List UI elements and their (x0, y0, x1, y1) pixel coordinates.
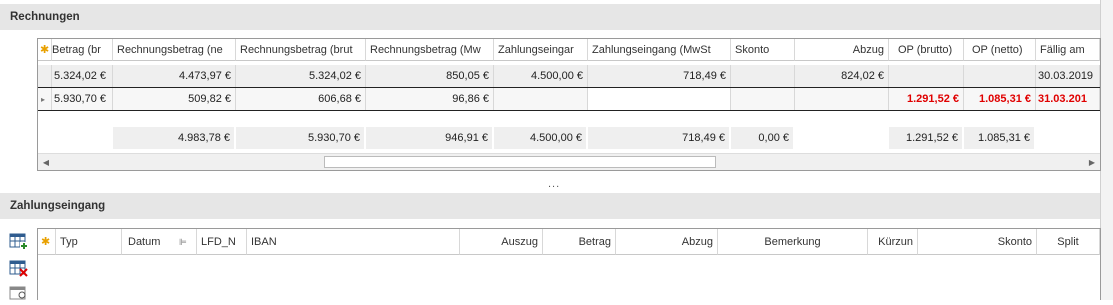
col-header[interactable]: Betrag (br (52, 39, 113, 61)
cell[interactable] (494, 88, 588, 110)
col-header[interactable]: OP (brutto) (889, 39, 964, 61)
cell[interactable] (731, 88, 795, 110)
col-header[interactable]: Betrag (543, 229, 616, 255)
cell[interactable]: 824,02 € (795, 65, 889, 87)
new-row-star-icon: ✱ (38, 229, 56, 255)
col-header[interactable]: Typ (56, 229, 122, 255)
col-header[interactable]: LFD_N (197, 229, 247, 255)
total-cell: 718,49 € (588, 127, 731, 149)
total-cell: 1.291,52 € (889, 127, 964, 149)
col-header[interactable]: Rechnungsbetrag (Mw (366, 39, 494, 61)
cell[interactable] (731, 65, 795, 87)
cell[interactable] (588, 88, 731, 110)
col-header[interactable]: IBAN (247, 229, 460, 255)
col-header[interactable]: Split (1037, 229, 1100, 255)
splitter-handle[interactable]: ... (548, 178, 560, 190)
col-header[interactable]: Datum ⊫ (122, 229, 197, 255)
horizontal-scrollbar[interactable]: ◀ ▶ (38, 153, 1100, 170)
sort-icon[interactable]: ⊫ (179, 229, 187, 254)
cell[interactable]: 4.500,00 € (494, 65, 588, 87)
add-row-icon[interactable] (9, 232, 31, 252)
col-header[interactable]: Bemerkung (718, 229, 868, 255)
cell-overdue[interactable]: 1.085,31 € (964, 88, 1036, 110)
table-row-current[interactable]: ▸ 5.930,70 € 509,82 € 606,68 € 96,86 € 1… (38, 87, 1100, 111)
cell[interactable]: 509,82 € (113, 88, 236, 110)
total-cell: 4.983,78 € (113, 127, 236, 149)
cell[interactable]: 5.930,70 € (52, 88, 113, 110)
total-cell: 0,00 € (731, 127, 795, 149)
col-header[interactable]: Zahlungseingar (494, 39, 588, 61)
total-cell: 5.930,70 € (236, 127, 366, 149)
scrollbar-thumb[interactable] (324, 156, 716, 168)
rechnungen-grid[interactable]: ✱ Betrag (br Rechnungsbetrag (ne Rechnun… (37, 38, 1101, 171)
cell[interactable]: 850,05 € (366, 65, 494, 87)
cell-overdue[interactable]: 31.03.201 (1036, 88, 1100, 110)
new-row-star-icon: ✱ (38, 39, 52, 61)
search-row-icon[interactable] (9, 285, 31, 305)
delete-row-icon[interactable] (9, 259, 31, 279)
col-header[interactable]: Zahlungseingang (MwSt (588, 39, 731, 61)
header-row: ✱ Typ Datum ⊫ LFD_N IBAN Auszug Betrag A… (38, 229, 1113, 255)
cell-overdue[interactable]: 1.291,52 € (889, 88, 964, 110)
total-cell: 4.500,00 € (494, 127, 588, 149)
cell[interactable] (795, 88, 889, 110)
scroll-right-icon[interactable]: ▶ (1084, 154, 1100, 170)
row-selector[interactable] (38, 65, 52, 87)
col-header[interactable]: OP (netto) (964, 39, 1036, 61)
col-header[interactable]: Abzug (795, 39, 889, 61)
cell[interactable]: 30.03.2019 (1036, 65, 1100, 87)
header-row: ✱ Betrag (br Rechnungsbetrag (ne Rechnun… (38, 39, 1100, 61)
cell[interactable]: 606,68 € (236, 88, 366, 110)
cell[interactable]: 4.473,97 € (113, 65, 236, 87)
col-header[interactable]: Kürzun (868, 229, 918, 255)
zahlungseingang-section-title: Zahlungseingang (0, 193, 1100, 219)
totals-row: 4.983,78 € 5.930,70 € 946,91 € 4.500,00 … (38, 127, 1100, 149)
total-cell: 946,91 € (366, 127, 494, 149)
col-header-label: Datum (128, 236, 161, 248)
col-header[interactable]: Rechnungsbetrag (brut (236, 39, 366, 61)
table-row[interactable]: 5.324,02 € 4.473,97 € 5.324,02 € 850,05 … (38, 65, 1100, 87)
cell[interactable] (889, 65, 964, 87)
cell[interactable]: 5.324,02 € (52, 65, 113, 87)
col-header[interactable]: Rechnungsbetrag (ne (113, 39, 236, 61)
total-cell: 1.085,31 € (964, 127, 1036, 149)
col-header[interactable]: Skonto (731, 39, 795, 61)
current-row-indicator-icon: ▸ (38, 88, 52, 110)
cell[interactable]: 96,86 € (366, 88, 494, 110)
right-edge-panel (1100, 0, 1113, 300)
scroll-left-icon[interactable]: ◀ (38, 154, 54, 170)
cell[interactable]: 5.324,02 € (236, 65, 366, 87)
col-header[interactable]: Skonto (918, 229, 1037, 255)
zahlungseingang-grid[interactable]: ✱ Typ Datum ⊫ LFD_N IBAN Auszug Betrag A… (37, 228, 1101, 300)
col-header[interactable]: Abzug (616, 229, 718, 255)
col-header[interactable]: Auszug (460, 229, 543, 255)
col-header[interactable]: Fällig am (1036, 39, 1100, 61)
cell[interactable] (964, 65, 1036, 87)
rechnungen-section-title: Rechnungen (0, 4, 1100, 30)
cell[interactable]: 718,49 € (588, 65, 731, 87)
